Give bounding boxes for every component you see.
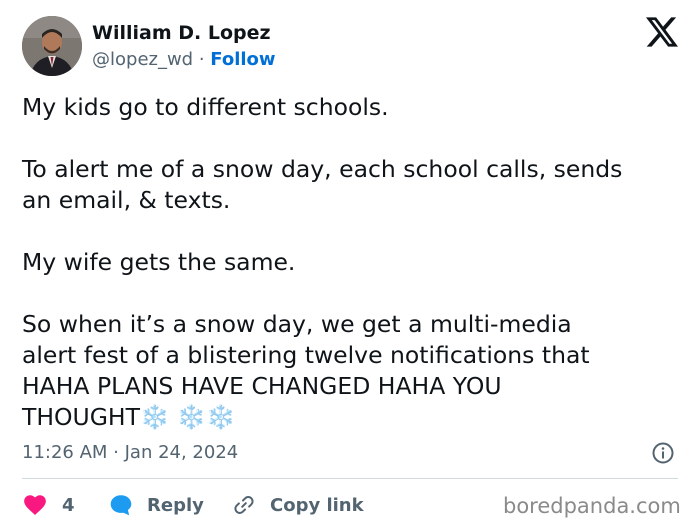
author-name[interactable]: William D. Lopez bbox=[92, 22, 271, 44]
like-button[interactable]: 4 bbox=[22, 490, 75, 520]
link-icon bbox=[232, 493, 256, 517]
copy-link-button[interactable]: Copy link bbox=[232, 490, 364, 520]
follow-button[interactable]: Follow bbox=[210, 49, 275, 70]
tweet-line: HAHA PLANS HAVE CHANGED HAHA YOU bbox=[22, 372, 502, 400]
info-icon[interactable] bbox=[651, 441, 675, 465]
snowflake-emojis: ❄️ ❄️❄️ bbox=[139, 403, 236, 431]
tweet-card: William D. Lopez @lopez_wd · Follow My k… bbox=[0, 0, 700, 532]
handle-separator: · bbox=[193, 49, 211, 70]
tweet-line: So when it’s a snow day, we get a multi-… bbox=[22, 310, 572, 338]
tweet-text: My kids go to different schools. To aler… bbox=[22, 92, 682, 433]
avatar[interactable] bbox=[22, 16, 82, 76]
tweet-line: My kids go to different schools. bbox=[22, 93, 389, 121]
tweet-line: My wife gets the same. bbox=[22, 248, 296, 276]
reply-button[interactable]: Reply bbox=[108, 490, 204, 520]
tweet-line: THOUGHT bbox=[22, 403, 140, 431]
tweet-timestamp[interactable]: 11:26 AM · Jan 24, 2024 bbox=[22, 442, 238, 463]
like-count: 4 bbox=[62, 494, 75, 516]
heart-icon bbox=[22, 492, 48, 518]
author-handle-row: @lopez_wd · Follow bbox=[92, 49, 276, 70]
copy-link-label: Copy link bbox=[270, 494, 364, 516]
watermark-text: boredpanda.com bbox=[503, 494, 681, 518]
author-handle[interactable]: @lopez_wd bbox=[92, 49, 193, 70]
divider bbox=[22, 478, 678, 479]
tweet-line: alert fest of a blistering twelve notifi… bbox=[22, 341, 590, 369]
tweet-line-last: THOUGHT❄️ ❄️❄️ bbox=[22, 402, 682, 433]
x-logo-icon[interactable] bbox=[646, 17, 678, 47]
tweet-line: an email, & texts. bbox=[22, 186, 231, 214]
tweet-line: To alert me of a snow day, each school c… bbox=[22, 155, 623, 183]
reply-bubble-icon bbox=[108, 492, 134, 518]
reply-label: Reply bbox=[147, 494, 204, 516]
